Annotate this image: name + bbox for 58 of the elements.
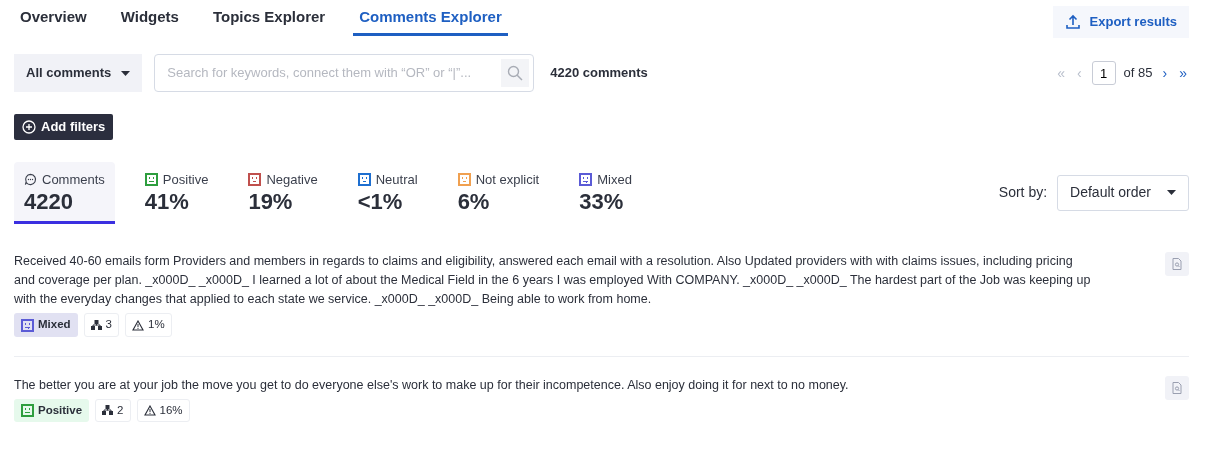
stat-label: Negative xyxy=(266,170,318,189)
next-page-button[interactable]: › xyxy=(1160,62,1170,84)
page-total: of 85 xyxy=(1123,64,1153,83)
stat-tab[interactable]: Positive 41% xyxy=(134,161,219,225)
stat-label: Mixed xyxy=(597,170,632,189)
sort-dropdown[interactable]: Default order xyxy=(1057,174,1189,211)
stat-label: Comments xyxy=(42,170,105,189)
warning-icon xyxy=(132,319,144,331)
nav-tab[interactable]: Topics Explorer xyxy=(206,6,332,36)
sentiment-tag: Positive xyxy=(14,398,90,422)
search-bar[interactable]: Search for keywords, connect them with “OR” or “|”... xyxy=(154,54,535,92)
sentiment-tag: Mixed xyxy=(14,313,78,337)
stat-value: <1% xyxy=(357,189,404,216)
stat-value: 4220 xyxy=(24,189,74,216)
risk-tag: 1% xyxy=(125,313,172,337)
caret-icon xyxy=(121,70,131,76)
search-icon xyxy=(507,65,524,81)
page-field[interactable]: 1 xyxy=(1091,61,1116,85)
topics-tag: 3 xyxy=(83,313,119,337)
comment-text: The better you are at your job the move you get to do everyone else's work to make up for their incompetence. Also enjoy doing it for next to no money. xyxy=(14,376,850,394)
chat-bubble-icon xyxy=(24,172,37,186)
stat-label: Neutral xyxy=(375,170,418,189)
stat-label: Not explicit xyxy=(475,170,540,189)
face-icon xyxy=(21,318,34,332)
face-icon xyxy=(21,403,34,417)
stat-value: 33% xyxy=(579,189,625,216)
document-search-icon xyxy=(1172,381,1182,394)
sort-label: Sort by: xyxy=(998,183,1048,203)
hierarchy-icon xyxy=(102,405,114,416)
warning-icon xyxy=(143,404,156,416)
document-search-button[interactable] xyxy=(1165,375,1189,400)
stat-tab[interactable]: Not explicit 6% xyxy=(447,161,550,225)
stat-label: Positive xyxy=(162,170,209,189)
document-search-icon xyxy=(1172,258,1182,271)
comment-count: 4220 comments xyxy=(550,64,648,83)
export-button[interactable]: Export results xyxy=(1052,6,1189,38)
stat-value: 6% xyxy=(457,189,491,216)
nav-tab[interactable]: Comments Explorer xyxy=(353,6,508,36)
topics-tag: 2 xyxy=(95,398,131,422)
stat-value: 41% xyxy=(144,189,190,216)
nav-tab[interactable]: Overview xyxy=(14,6,93,36)
stat-tab[interactable]: Mixed 33% xyxy=(569,161,642,225)
risk-tag: 16% xyxy=(136,398,190,422)
add-filters-button[interactable]: Add filters xyxy=(14,114,114,140)
search-button[interactable] xyxy=(501,59,530,87)
last-page-button[interactable]: » xyxy=(1177,62,1189,84)
stat-tab[interactable]: Comments 4220 xyxy=(14,161,115,225)
filter-dropdown[interactable]: All comments xyxy=(14,54,143,92)
stat-value: 19% xyxy=(248,189,294,216)
stat-tab[interactable]: Negative 19% xyxy=(238,161,328,225)
upload-icon xyxy=(1064,13,1081,30)
hierarchy-icon xyxy=(90,320,102,330)
nav-tab[interactable]: Widgets xyxy=(114,6,185,36)
plus-circle-icon xyxy=(22,119,36,134)
document-search-button[interactable] xyxy=(1165,252,1189,277)
comment-text: Received 40-60 emails form Providers and members in regards to claims and eligibility, answered each email with a resolution. Also Updated providers with with claims issues, including pricing and coverage per plan. _x000D_ _x000D_ I learned a lot of about the Medical Field in the 6 years I was employed With COMPANY. _x000D_ _x000D_ The hardest part of the Job was keeping up with the everyday changes that applied to each state we service. _x000D_ _x000D_ Being able to work from home. xyxy=(14,253,1092,309)
stat-tab[interactable]: Neutral <1% xyxy=(347,161,428,225)
caret-icon xyxy=(1167,190,1176,196)
